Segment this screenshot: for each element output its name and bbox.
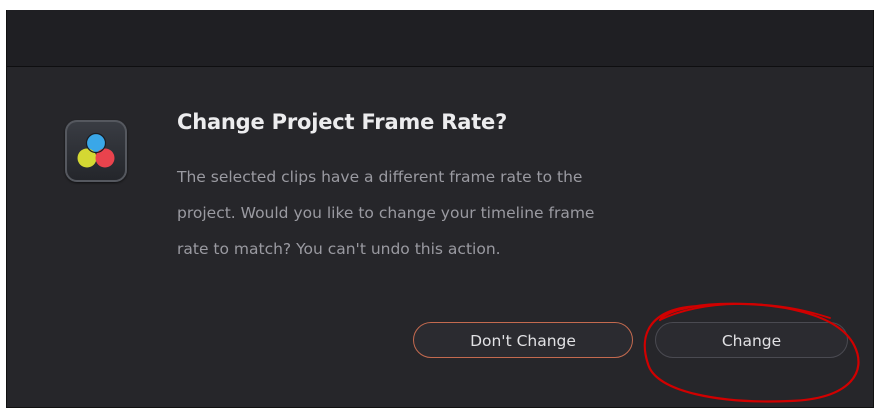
dialog-message-line: rate to match? You can't undo this actio… (177, 240, 501, 258)
dialog-message-line: project. Would you like to change your t… (177, 204, 595, 222)
dont-change-button[interactable]: Don't Change (413, 322, 633, 358)
dialog-message: The selected clips have a different fram… (177, 159, 747, 267)
dialog-title: Change Project Frame Rate? (177, 110, 508, 134)
change-button[interactable]: Change (655, 322, 848, 358)
davinci-resolve-icon (65, 120, 127, 182)
dialog-title-bar (7, 10, 873, 67)
dialog-message-line: The selected clips have a different fram… (177, 168, 583, 186)
